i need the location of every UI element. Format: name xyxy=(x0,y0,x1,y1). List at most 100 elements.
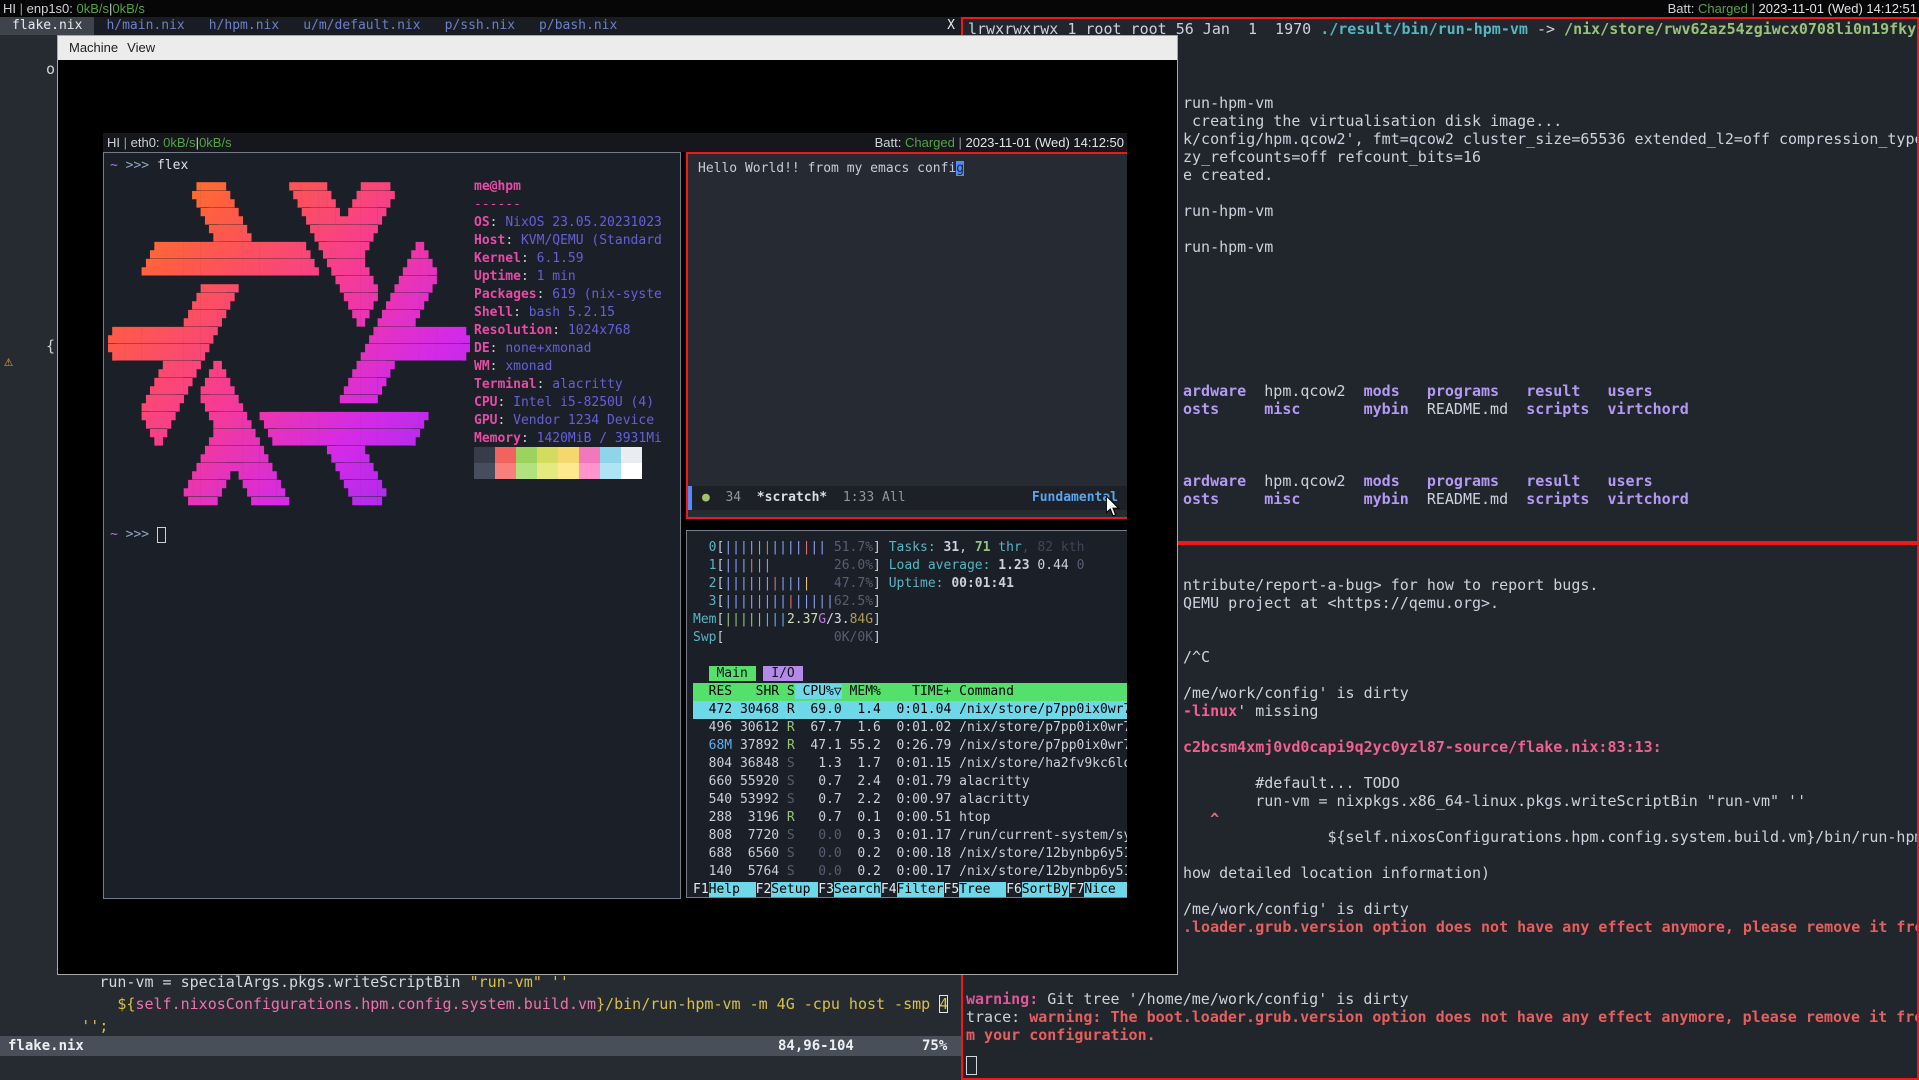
vm-emacs-window[interactable]: Hello World!! from my emacs config ● 34 … xyxy=(686,152,1127,519)
modeline-position: 84,96-104 xyxy=(778,1036,854,1056)
term-line: osts misc mybin README.md scripts virtch… xyxy=(1183,400,1919,418)
term-line: 3[||||||||||||||62.5%] xyxy=(693,593,1127,611)
palette-cell xyxy=(537,463,558,479)
term-line: /me/work/config' is dirty xyxy=(1183,900,1919,918)
term-line xyxy=(1183,256,1919,274)
term-line: Swp[ 0K/0K] xyxy=(693,629,1127,647)
editor-tab-p/bash.nix[interactable]: p/bash.nix xyxy=(527,17,629,35)
term-line: 0[||||||||||||| 51.7%] Tasks: 31, 71 thr… xyxy=(693,539,1127,557)
term-line: Resolution: 1024x768 xyxy=(474,322,662,340)
shell-prompt: ~ >>> flex xyxy=(110,157,188,175)
terminal-cursor xyxy=(966,1056,977,1075)
term-line: HI | eth0: 0kB/s|0kB/s xyxy=(107,134,232,152)
term-line: ardware hpm.qcow2 mods programs result u… xyxy=(1183,472,1919,490)
term-line xyxy=(1183,184,1919,202)
term-line: ${self.nixosConfigurations.hpm.config.sy… xyxy=(0,995,961,1017)
close-icon[interactable]: X xyxy=(947,17,955,35)
warning-icon: ⚠ xyxy=(4,353,13,370)
terminal-warning-lines: warning: Git tree '/home/me/work/config'… xyxy=(966,990,1919,1044)
term-line: 1[|||||| 26.0%] Load average: 1.23 0.44 … xyxy=(693,557,1127,575)
term-line: run-vm = nixpkgs.x86_64-linux.pkgs.write… xyxy=(1183,792,1919,810)
term-line: HI | enp1s0: 0kB/s|0kB/s xyxy=(3,0,145,18)
terminal-color-palette xyxy=(474,463,642,488)
palette-cell xyxy=(474,447,495,463)
term-line: -linux' missing xyxy=(1183,702,1919,720)
modeline-accent-bar xyxy=(688,486,692,510)
term-line: Mem[||||||||2.37G/3.84G] xyxy=(693,611,1127,629)
htop-content[interactable]: 0[||||||||||||| 51.7%] Tasks: 31, 71 thr… xyxy=(693,539,1127,898)
shell-prompt[interactable]: ~ >>> xyxy=(110,526,166,544)
term-line xyxy=(1183,292,1919,310)
term-line: CPU: Intel i5-8250U (4) xyxy=(474,394,662,412)
vm-framebuffer: HI | eth0: 0kB/s|0kB/s Batt: Charged | 2… xyxy=(103,133,1127,901)
host-status-bar: HI | enp1s0: 0kB/s|0kB/s Batt: Charged |… xyxy=(0,0,1919,17)
palette-cell xyxy=(558,463,579,479)
term-line: zy_refcounts=off refcount_bits=16 xyxy=(1183,148,1919,166)
term-line xyxy=(1183,274,1919,292)
vm-status-bar: HI | eth0: 0kB/s|0kB/s Batt: Charged | 2… xyxy=(103,133,1127,152)
editor-tab-bar: flake.nixh/main.nixh/hpm.nixu/m/default.… xyxy=(0,17,961,35)
term-line: ~ >>> flex xyxy=(110,157,188,175)
term-line: how detailed location information) xyxy=(1183,864,1919,882)
term-line: 472 30468 R 69.0 1.4 0:01.04 /nix/store/… xyxy=(693,701,1127,719)
term-line: Shell: bash 5.2.15 xyxy=(474,304,662,322)
mouse-pointer-icon xyxy=(1106,496,1120,517)
term-line: 2[||||||||||| 47.7%] Uptime: 00:01:41 xyxy=(693,575,1127,593)
palette-cell xyxy=(600,463,621,479)
term-line: OS: NixOS 23.05.20231023 xyxy=(474,214,662,232)
editor-code-area[interactable]: run-vm = specialArgs.pkgs.writeScriptBin… xyxy=(0,973,961,1039)
menu-item-view[interactable]: View xyxy=(127,36,155,60)
term-line xyxy=(1183,328,1919,346)
terminal-output-lines: run-hpm-vm creating the virtualisation d… xyxy=(1183,94,1919,508)
term-line: WM: xmonad xyxy=(474,358,662,376)
editor-stray-brace: { xyxy=(46,338,55,355)
neofetch-info: me@hpm------OS: NixOS 23.05.20231023Host… xyxy=(474,178,662,448)
palette-cell xyxy=(495,447,516,463)
editor-tab-p/ssh.nix[interactable]: p/ssh.nix xyxy=(433,17,527,35)
palette-cell xyxy=(621,447,642,463)
palette-cell xyxy=(621,463,642,479)
editor-stray-char: o xyxy=(46,61,55,78)
editor-tab-u/m/default.nix[interactable]: u/m/default.nix xyxy=(291,17,432,35)
term-line: m your configuration. xyxy=(966,1026,1919,1044)
term-line: k/config/hpm.qcow2', fmt=qcow2 cluster_s… xyxy=(1183,130,1919,148)
term-line: ${self.nixosConfigurations.hpm.config.sy… xyxy=(1183,828,1919,846)
term-line: .loader.grub.version option does not hav… xyxy=(1183,918,1919,936)
term-line: 140 5764 S 0.0 0.2 0:00.17 /nix/store/12… xyxy=(693,863,1127,881)
terminal-output-clipped: ntribute/report-a-bug> for how to report… xyxy=(1183,576,1919,936)
term-line: run-vm = specialArgs.pkgs.writeScriptBin… xyxy=(0,973,961,995)
palette-cell xyxy=(600,447,621,463)
term-line: me@hpm xyxy=(474,178,662,196)
term-line: DE: none+xmonad xyxy=(474,340,662,358)
term-line xyxy=(1183,612,1919,630)
editor-tab-flake.nix[interactable]: flake.nix xyxy=(0,17,94,35)
menu-item-machine[interactable]: Machine xyxy=(69,36,118,60)
term-line: run-hpm-vm xyxy=(1183,202,1919,220)
term-line xyxy=(1183,364,1919,382)
palette-cell xyxy=(516,463,537,479)
term-line: osts misc mybin README.md scripts virtch… xyxy=(1183,490,1919,508)
term-line: /^C xyxy=(1183,648,1919,666)
term-line: #default... TODO xyxy=(1183,774,1919,792)
vm-htop-window[interactable]: 0[||||||||||||| 51.7%] Tasks: 31, 71 thr… xyxy=(686,530,1127,898)
term-line: Hello World!! from my emacs config xyxy=(698,160,964,178)
qemu-window[interactable]: Machine View HI | eth0: 0kB/s|0kB/s Batt:… xyxy=(57,35,1178,975)
host-battery-clock: Batt: Charged | 2023-11-01 (Wed) 14:12:5… xyxy=(1668,0,1917,18)
term-line: ------ xyxy=(474,196,662,214)
term-line xyxy=(1183,346,1919,364)
term-line: 808 7720 S 0.0 0.3 0:01.17 /run/current-… xyxy=(693,827,1127,845)
editor-tab-h/main.nix[interactable]: h/main.nix xyxy=(94,17,196,35)
palette-cell xyxy=(516,447,537,463)
editor-tab-h/hpm.nix[interactable]: h/hpm.nix xyxy=(197,17,291,35)
term-line: Terminal: alacritty xyxy=(474,376,662,394)
emacs-buffer-text: Hello World!! from my emacs config xyxy=(698,160,964,178)
editor-modeline: flake.nix 84,96-104 75% xyxy=(0,1036,961,1056)
nixos-logo: ▗▄▄▄ ▗▄▄▄▄ ▄▄▄▖ ▜███▙ ▜███▙ ▟███▛ ▜███▙ … xyxy=(108,175,470,515)
palette-cell xyxy=(474,463,495,479)
term-line: 68M 37892 R 47.1 55.2 0:26.79 /nix/store… xyxy=(693,737,1127,755)
term-line: ardware hpm.qcow2 mods programs result u… xyxy=(1183,382,1919,400)
palette-cell xyxy=(495,463,516,479)
term-line: c2bcsm4xmj0vd0capi9q2yc0yzl87-source/fla… xyxy=(1183,738,1919,756)
vm-terminal-window[interactable]: ~ >>> flex ▗▄▄▄ ▗▄▄▄▄ ▄▄▄▖ ▜███▙ ▜███▙ ▟… xyxy=(103,152,681,899)
term-line xyxy=(1183,418,1919,436)
